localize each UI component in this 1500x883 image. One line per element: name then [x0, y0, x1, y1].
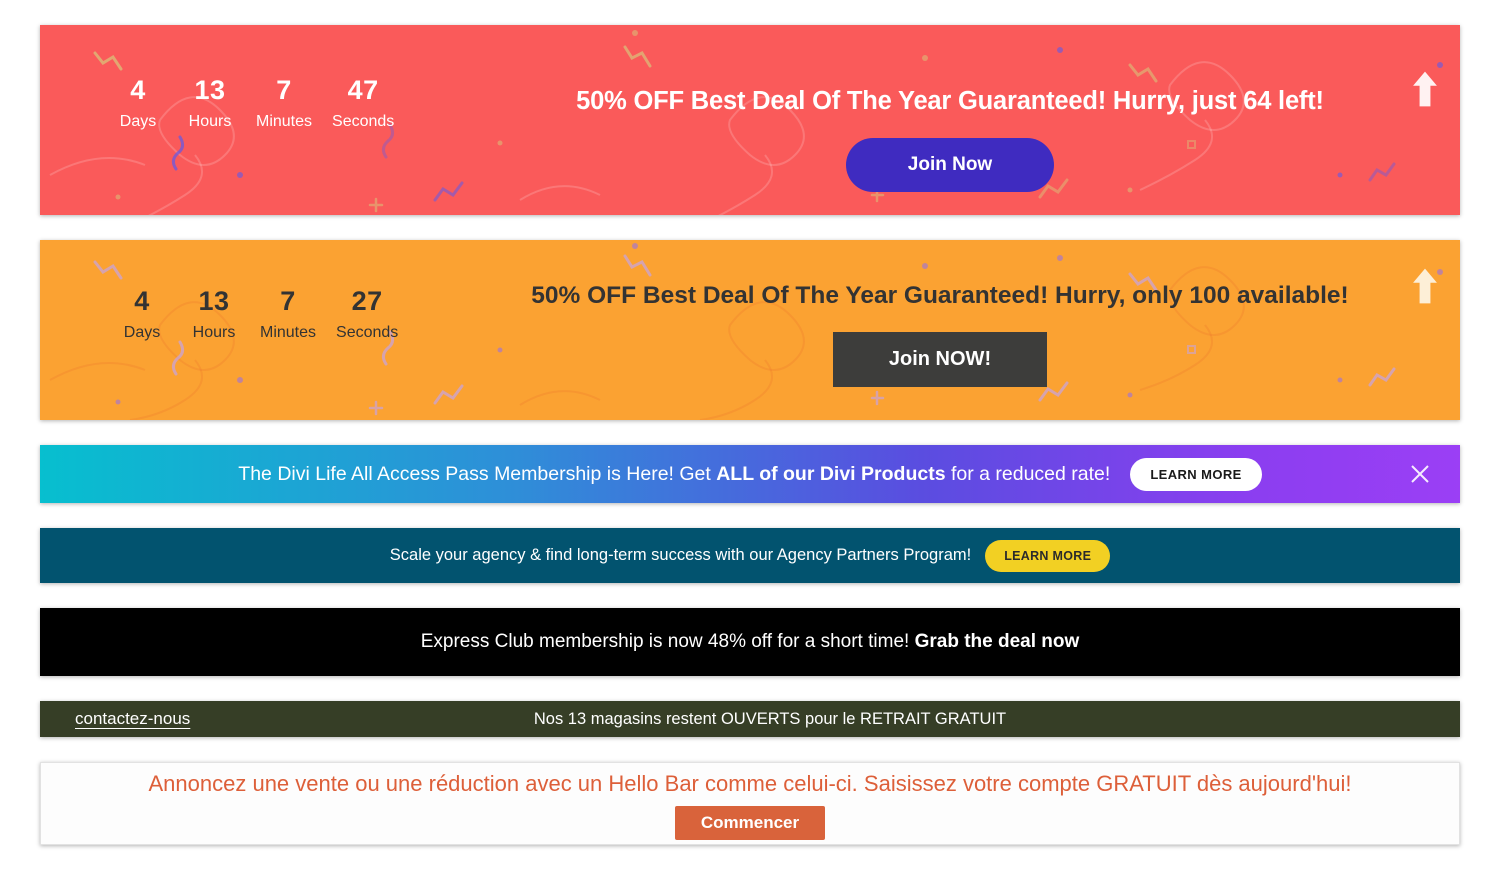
divi-message: The Divi Life All Access Pass Membership…	[238, 463, 1110, 486]
divi-text-lead: The Divi Life All Access Pass Membership…	[238, 462, 717, 485]
french-stores-bar: contactez-nous Nos 13 magasins restent O…	[40, 701, 1460, 737]
arrow-up-icon[interactable]	[1412, 69, 1438, 109]
countdown-label-seconds: Seconds	[332, 113, 395, 130]
countdown-value-minutes: 7	[280, 286, 296, 316]
grab-the-deal-link[interactable]: Grab the deal now	[915, 631, 1080, 652]
countdown-value-seconds: 47	[347, 75, 379, 105]
orange-bar-content: 50% OFF Best Deal Of The Year Guaranteed…	[480, 282, 1400, 387]
arrow-up-icon[interactable]	[1412, 266, 1438, 306]
express-text-lead: Express Club membership is now 48% off f…	[420, 631, 915, 652]
countdown-value-hours: 13	[198, 286, 230, 316]
join-now-button[interactable]: Join NOW!	[832, 332, 1048, 387]
countdown-value-hours: 13	[194, 75, 226, 105]
countdown-label-seconds: Seconds	[336, 324, 399, 341]
express-club-bar: Express Club membership is now 48% off f…	[40, 608, 1460, 676]
countdown-unit-days: 4 Days	[106, 288, 178, 341]
countdown-label-minutes: Minutes	[256, 113, 313, 130]
countdown-timer: 4 Days 13 Hours 7 Minutes 27 Seconds	[106, 288, 408, 341]
countdown-unit-days: 4 Days	[102, 77, 174, 130]
hellobar-white-bar: Annoncez une vente ou une réduction avec…	[40, 762, 1460, 845]
divi-text-bold: ALL of our Divi Products	[716, 462, 946, 485]
countdown-value-minutes: 7	[276, 75, 292, 105]
coral-bar-content: 50% OFF Best Deal Of The Year Guaranteed…	[500, 87, 1400, 192]
banner-gallery: 4 Days 13 Hours 7 Minutes 47 Seconds 50%…	[0, 0, 1500, 883]
stores-message: Nos 13 magasins restent OUVERTS pour le …	[533, 709, 1007, 728]
divi-text-tail: for a reduced rate!	[945, 462, 1111, 485]
agency-message: Scale your agency & find long-term succe…	[389, 546, 972, 564]
countdown-unit-hours: 13 Hours	[174, 77, 246, 130]
countdown-label-days: Days	[119, 113, 157, 130]
countdown-label-days: Days	[123, 324, 161, 341]
hellobar-message: Annoncez une vente ou une réduction avec…	[148, 771, 1352, 796]
contact-us-link[interactable]: contactez-nous	[75, 709, 190, 729]
countdown-label-hours: Hours	[192, 324, 236, 341]
countdown-unit-hours: 13 Hours	[178, 288, 250, 341]
learn-more-button[interactable]: LEARN MORE	[985, 539, 1111, 572]
commencer-button[interactable]: Commencer	[674, 806, 826, 840]
join-now-button[interactable]: Join Now	[845, 138, 1055, 192]
agency-partners-bar: Scale your agency & find long-term succe…	[40, 528, 1460, 583]
countdown-value-days: 4	[130, 75, 146, 105]
orange-headline: 50% OFF Best Deal Of The Year Guaranteed…	[531, 282, 1349, 309]
coral-countdown-bar: 4 Days 13 Hours 7 Minutes 47 Seconds 50%…	[40, 25, 1460, 215]
divi-gradient-bar: The Divi Life All Access Pass Membership…	[40, 445, 1460, 503]
coral-headline: 50% OFF Best Deal Of The Year Guaranteed…	[576, 87, 1324, 115]
countdown-unit-seconds: 47 Seconds	[322, 77, 404, 130]
countdown-unit-minutes: 7 Minutes	[246, 77, 322, 130]
countdown-unit-minutes: 7 Minutes	[250, 288, 326, 341]
countdown-label-hours: Hours	[188, 113, 232, 130]
countdown-value-seconds: 27	[351, 286, 383, 316]
express-message: Express Club membership is now 48% off f…	[421, 631, 1080, 653]
learn-more-button[interactable]: LEARN MORE	[1130, 457, 1262, 491]
countdown-unit-seconds: 27 Seconds	[326, 288, 408, 341]
countdown-timer: 4 Days 13 Hours 7 Minutes 47 Seconds	[102, 77, 404, 130]
countdown-value-days: 4	[134, 286, 150, 316]
orange-countdown-bar: 4 Days 13 Hours 7 Minutes 27 Seconds 50%…	[40, 240, 1460, 420]
close-icon[interactable]	[1408, 462, 1432, 486]
countdown-label-minutes: Minutes	[260, 324, 317, 341]
